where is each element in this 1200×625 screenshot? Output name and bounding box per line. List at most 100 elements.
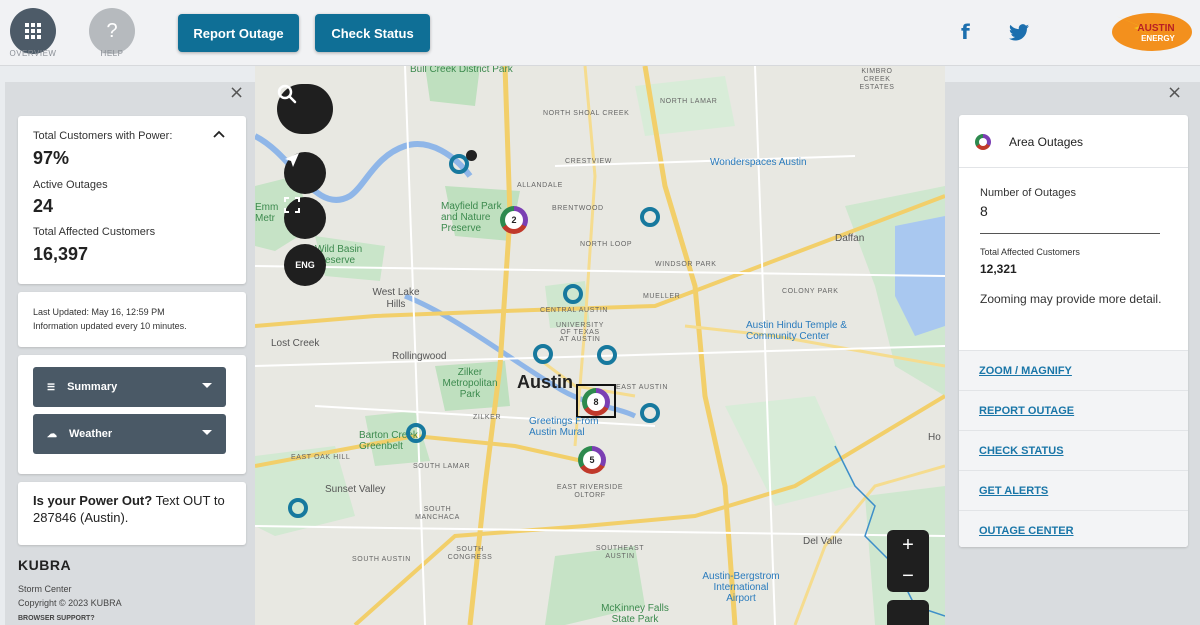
navigation-arrow-icon [285, 153, 299, 167]
language-button[interactable]: ENG [284, 244, 326, 286]
close-icon[interactable]: × [1167, 82, 1182, 103]
chevron-up-icon[interactable] [213, 130, 225, 138]
map-label-daffan: Daffan [835, 233, 865, 244]
outage-marker[interactable] [640, 207, 660, 227]
customers-with-power-value: 97% [33, 148, 70, 168]
map-label-south-manchaca: SOUTH MANCHACA [415, 506, 460, 521]
zoom-magnify-link[interactable]: ZOOM / MAGNIFY [959, 350, 1188, 390]
cluster-count: 5 [583, 451, 601, 469]
active-outages-label: Active Outages [33, 179, 108, 191]
grid-icon [25, 23, 41, 39]
number-of-outages-label: Number of Outages [980, 187, 1076, 199]
affected-label: Total Affected Customers [980, 247, 1080, 257]
zoom-in-button[interactable]: + [887, 530, 929, 561]
affected-value: 12,321 [980, 262, 1017, 276]
get-alerts-link[interactable]: GET ALERTS [959, 470, 1188, 510]
search-icon [277, 84, 297, 104]
map-label-southeast-austin: SOUTHEAST AUSTIN [595, 545, 645, 560]
map-label-east-riverside: EAST RIVERSIDE OLTORF [556, 484, 624, 499]
logo-line1: AUSTIN [1137, 23, 1174, 34]
affected-customers-label: Total Affected Customers [33, 226, 156, 238]
map-label-central-austin: CENTRAL AUSTIN [540, 307, 609, 314]
map-label-crestview: CRESTVIEW [565, 158, 613, 165]
map-label-zilker-park: Zilker Metropolitan Park [442, 367, 498, 400]
map-label-north-loop: NORTH LOOP [580, 241, 633, 248]
cloud-icon: ☁ [47, 428, 57, 440]
text-out-card: Is your Power Out? Text OUT to 287846 (A… [18, 482, 246, 545]
facebook-icon[interactable]: f [961, 20, 970, 44]
map-search-button[interactable] [277, 84, 333, 134]
fullscreen-icon [284, 197, 300, 213]
report-outage-button[interactable]: Report Outage [178, 14, 299, 52]
map-label-airport: Austin-Bergstrom International Airport [702, 571, 780, 604]
outage-center-link[interactable]: OUTAGE CENTER [959, 510, 1188, 547]
map-label-mckinney: McKinney Falls State Park [601, 603, 669, 625]
zoom-control: + − [887, 530, 929, 592]
map-label-bull-creek: Bull Creek District Park [410, 66, 513, 75]
outage-marker[interactable] [288, 498, 308, 518]
map-label-rollingwood: Rollingwood [392, 351, 447, 362]
weather-dropdown[interactable]: ☁ Weather [33, 414, 226, 454]
copyright-text: Copyright © 2023 KUBRA [18, 598, 122, 608]
caret-down-icon [202, 430, 212, 435]
help-icon: ? [106, 19, 118, 42]
map-label-hindu-temple: Austin Hindu Temple & Community Center [746, 320, 847, 342]
map-label-east-oak-hill: EAST OAK HILL [291, 454, 351, 461]
help-button[interactable]: ? [89, 8, 135, 54]
map-label-austin: Austin [517, 372, 573, 392]
kubra-logo: KUBRA [18, 557, 72, 573]
check-status-button[interactable]: Check Status [315, 14, 430, 52]
map-label-university: UNIVERSITY OF TEXAS AT AUSTIN [555, 322, 604, 343]
map-label-sunset-valley: Sunset Valley [325, 484, 386, 495]
outage-cluster-selected[interactable]: 8 [582, 388, 610, 416]
map-label-colony-park: COLONY PARK [782, 288, 839, 295]
help-label: HELP [100, 49, 124, 58]
fullscreen-button[interactable] [284, 197, 326, 239]
storm-center-text: Storm Center [18, 584, 72, 594]
outage-marker[interactable] [533, 344, 553, 364]
cluster-count: 8 [587, 393, 605, 411]
report-outage-link[interactable]: REPORT OUTAGE [959, 390, 1188, 430]
right-panel: × Area Outages Number of Outages 8 Total… [945, 82, 1200, 625]
map-label-east-austin: EAST AUSTIN [616, 384, 668, 391]
outage-marker[interactable] [406, 423, 426, 443]
logo-line2: ENERGY [1141, 34, 1175, 43]
outage-marker[interactable] [563, 284, 583, 304]
summary-card: Total Customers with Power: 97% Active O… [18, 116, 246, 284]
top-bar: OVERVIEW ? HELP Report Outage Check Stat… [0, 0, 1200, 66]
twitter-icon[interactable] [1009, 24, 1029, 41]
map-label-allandale: ALLANDALE [517, 182, 563, 189]
map-label-wonderspaces: Wonderspaces Austin [710, 157, 807, 168]
map-label-south-congress: SOUTH CONGRESS [447, 546, 493, 561]
legend-button[interactable] [887, 600, 929, 625]
text-out-message: Is your Power Out? Text OUT to 287846 (A… [33, 492, 233, 526]
summary-dropdown[interactable]: ☰ Summary [33, 367, 226, 407]
affected-customers-value: 16,397 [33, 244, 89, 264]
map-label-wild-basin: Wild Basin Preserve [315, 244, 363, 266]
person-icon [466, 150, 477, 161]
zoom-out-button[interactable]: − [887, 561, 929, 592]
outage-map[interactable]: Bull Creek District Park NORTH SHOAL CRE… [255, 66, 945, 625]
list-icon: ☰ [47, 381, 56, 392]
check-status-link[interactable]: CHECK STATUS [959, 430, 1188, 470]
text-out-bold: Is your Power Out? [33, 493, 153, 508]
area-outages-title: Area Outages [1009, 135, 1084, 149]
customers-with-power-label: Total Customers with Power: [33, 130, 173, 142]
locate-me-button[interactable] [284, 152, 326, 194]
overview-label: OVERVIEW [9, 49, 57, 58]
close-icon[interactable]: × [229, 82, 244, 103]
left-panel: × Total Customers with Power: 97% Active… [5, 82, 255, 625]
outage-marker[interactable] [597, 345, 617, 365]
cluster-icon [975, 134, 991, 150]
outage-cluster[interactable]: 2 [500, 206, 528, 234]
outage-marker[interactable] [640, 403, 660, 423]
overview-button[interactable] [10, 8, 56, 54]
map-label-mayfield: Mayfield Park and Nature Preserve [441, 201, 502, 234]
update-frequency-text: Information updated every 10 minutes. [33, 321, 187, 331]
map-label-south-lamar: SOUTH LAMAR [413, 463, 471, 470]
outage-cluster[interactable]: 5 [578, 446, 606, 474]
zoom-hint-text: Zooming may provide more detail. [980, 292, 1162, 306]
browser-support-link[interactable]: BROWSER SUPPORT? [18, 615, 95, 622]
map-label-greetings-mural: Greetings From Austin Mural [529, 416, 599, 438]
map-label-ho: Ho [928, 432, 941, 443]
